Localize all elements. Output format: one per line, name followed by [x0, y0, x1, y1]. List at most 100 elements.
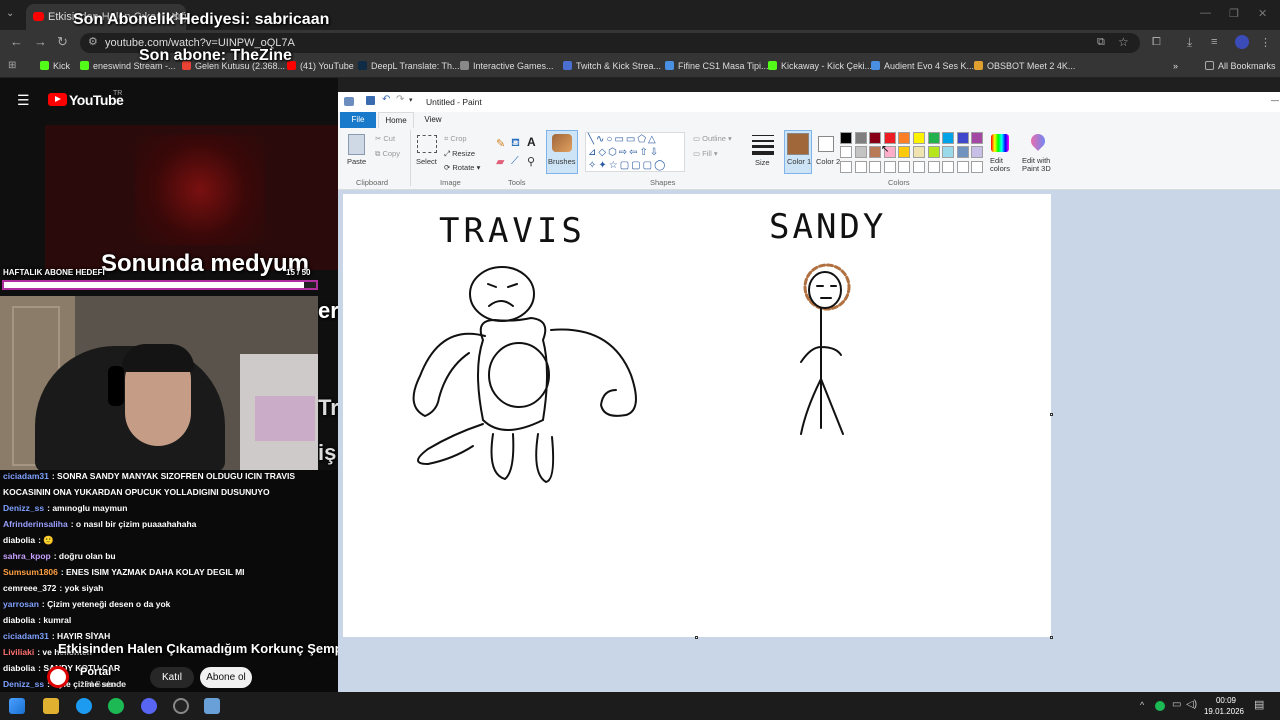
text-tool-icon[interactable]: A — [527, 135, 536, 149]
paint-taskbar-icon[interactable] — [204, 698, 220, 714]
fill-tool-icon[interactable]: ⛾ — [511, 137, 520, 151]
chat-username[interactable]: ciciadam31 — [3, 471, 49, 481]
edit-colors-label[interactable]: Edit colors — [990, 157, 1012, 173]
cut-button[interactable]: ✂ Cut — [375, 134, 395, 143]
custom-swatch[interactable] — [913, 161, 925, 173]
palette-swatch[interactable] — [854, 132, 867, 144]
chat-username[interactable]: Denizz_ss — [3, 679, 44, 689]
magnifier-icon[interactable]: ⚲ — [527, 155, 535, 168]
bookmark-fifine[interactable]: Fifine CS1 Masa Tipi... — [665, 61, 769, 71]
palette-swatch[interactable] — [883, 132, 896, 144]
copy-button[interactable]: ⧉ Copy — [375, 149, 400, 159]
bookmarks-overflow-icon[interactable]: » — [1173, 61, 1178, 71]
bookmark-star-icon[interactable]: ☆ — [1118, 35, 1129, 49]
bookmark-kickaway[interactable]: Kickaway - Kick Çeki... — [768, 61, 872, 71]
canvas-resize-handle-bottom[interactable] — [695, 636, 698, 639]
palette-swatch[interactable] — [840, 132, 852, 144]
select-icon[interactable] — [417, 135, 437, 153]
maximize-icon[interactable]: ❐ — [1229, 7, 1239, 20]
quick-access-dropdown-icon[interactable]: ▾ — [409, 96, 413, 104]
edit-colors-icon[interactable] — [991, 134, 1009, 152]
channel-name[interactable]: Portal — [80, 666, 111, 678]
canvas-resize-handle-corner[interactable] — [1050, 636, 1053, 639]
tab-search-icon[interactable]: ⌄ — [6, 8, 14, 19]
palette-swatch[interactable] — [869, 132, 882, 144]
chat-username[interactable]: cemreee_372 — [3, 583, 56, 593]
chat-username[interactable]: Afrinderinsaliha — [3, 519, 68, 529]
chat-username[interactable]: sahra_kpop — [3, 551, 51, 561]
custom-swatch[interactable] — [956, 161, 969, 173]
tab-home[interactable]: Home — [378, 112, 414, 129]
bookmark-twitch[interactable]: Twitch & Kick Strea... — [563, 61, 661, 71]
join-button[interactable]: Katıl — [150, 667, 194, 688]
extensions-icon[interactable]: ⧠ — [1152, 36, 1161, 49]
redo-icon[interactable]: ↷ — [396, 94, 404, 105]
bookmark-deepl[interactable]: DeepL Translate: Th... — [358, 61, 460, 71]
spotify-icon[interactable] — [108, 698, 124, 714]
paste-label[interactable]: Paste — [347, 157, 366, 166]
custom-swatch[interactable] — [971, 161, 984, 173]
palette-swatch[interactable] — [898, 132, 911, 144]
custom-swatch[interactable] — [840, 161, 852, 173]
close-window-icon[interactable]: ✕ — [1258, 7, 1267, 20]
obs-icon[interactable] — [173, 698, 189, 714]
palette-swatch[interactable] — [971, 132, 984, 144]
chat-username[interactable]: Denizz_ss — [3, 503, 44, 513]
explorer-icon[interactable] — [43, 698, 59, 714]
pencil-tool-icon[interactable]: ✎ — [496, 137, 505, 150]
chat-username[interactable]: diabolia — [3, 535, 35, 545]
tray-spotify-icon[interactable] — [1155, 701, 1165, 711]
clock-time[interactable]: 00:09 — [1208, 696, 1236, 705]
palette-swatch[interactable] — [942, 146, 955, 158]
profile-avatar[interactable] — [1235, 35, 1249, 49]
palette-swatch[interactable] — [913, 132, 925, 144]
custom-swatch[interactable] — [898, 161, 911, 173]
chat-username[interactable]: yarrosan — [3, 599, 39, 609]
menu-icon[interactable]: ⋮ — [1260, 36, 1271, 49]
crop-button[interactable]: ⌗ Crop — [444, 134, 467, 144]
reload-icon[interactable]: ↻ — [57, 34, 68, 50]
chat-username[interactable]: ciciadam31 — [3, 631, 49, 641]
paint-minimize-icon[interactable]: — — [1271, 96, 1279, 105]
start-icon[interactable] — [9, 698, 25, 714]
back-icon[interactable]: ← — [10, 34, 23, 49]
palette-swatch[interactable] — [956, 132, 969, 144]
chat-username[interactable]: Liviliaki — [3, 647, 34, 657]
youtube-logo-icon[interactable] — [48, 93, 67, 106]
eraser-tool-icon[interactable]: ▰ — [496, 155, 504, 168]
custom-swatch[interactable] — [942, 161, 955, 173]
palette-swatch[interactable] — [927, 146, 940, 158]
palette-swatch[interactable] — [840, 146, 852, 158]
forward-icon[interactable]: → — [34, 34, 47, 49]
bookmark-audient[interactable]: Audient Evo 4 Ses K... — [871, 61, 974, 71]
resize-button[interactable]: ⤢ Resize — [444, 149, 475, 159]
discord-icon[interactable] — [141, 698, 157, 714]
custom-swatch[interactable] — [883, 161, 896, 173]
network-icon[interactable]: ▭ — [1172, 699, 1181, 710]
all-bookmarks[interactable]: All Bookmarks — [1205, 61, 1276, 71]
select-label[interactable]: Select — [416, 157, 437, 166]
chat-username[interactable]: Sumsum1806 — [3, 567, 58, 577]
tab-file[interactable]: File — [340, 112, 376, 128]
paste-icon[interactable] — [348, 134, 365, 155]
chat-username[interactable]: diabolia — [3, 615, 35, 625]
custom-swatch[interactable] — [927, 161, 940, 173]
palette-swatch[interactable] — [956, 146, 969, 158]
bookmark-interactive[interactable]: Interactive Games... — [460, 61, 554, 71]
size-label[interactable]: Size — [755, 158, 770, 167]
paint3d-label[interactable]: Edit with Paint 3D — [1022, 157, 1058, 173]
clock-date[interactable]: 19.01.2026 — [1200, 707, 1244, 716]
custom-swatch[interactable] — [869, 161, 882, 173]
undo-icon[interactable]: ↶ — [382, 94, 390, 105]
notifications-icon[interactable]: ▤ — [1254, 698, 1264, 711]
tab-view[interactable]: View — [418, 112, 448, 128]
media-icon[interactable]: ≡ — [1211, 36, 1217, 48]
bookmark-obsbot[interactable]: OBSBOT Meet 2 4K... — [974, 61, 1075, 71]
shapes-gallery[interactable]: ╲∿○▭▭⬠△ ⊿◇⬡⇨⇦⇧⇩ ✧✦☆▢▢▢◯ — [585, 132, 685, 172]
hamburger-menu-icon[interactable]: ☰ — [17, 92, 30, 109]
chat-username[interactable]: diabolia — [3, 663, 35, 673]
site-info-icon[interactable]: ⚙ — [88, 35, 98, 48]
fill-button[interactable]: ▭ Fill ▾ — [693, 149, 718, 158]
save-icon[interactable] — [366, 96, 375, 105]
canvas-resize-handle-right[interactable] — [1050, 413, 1053, 416]
